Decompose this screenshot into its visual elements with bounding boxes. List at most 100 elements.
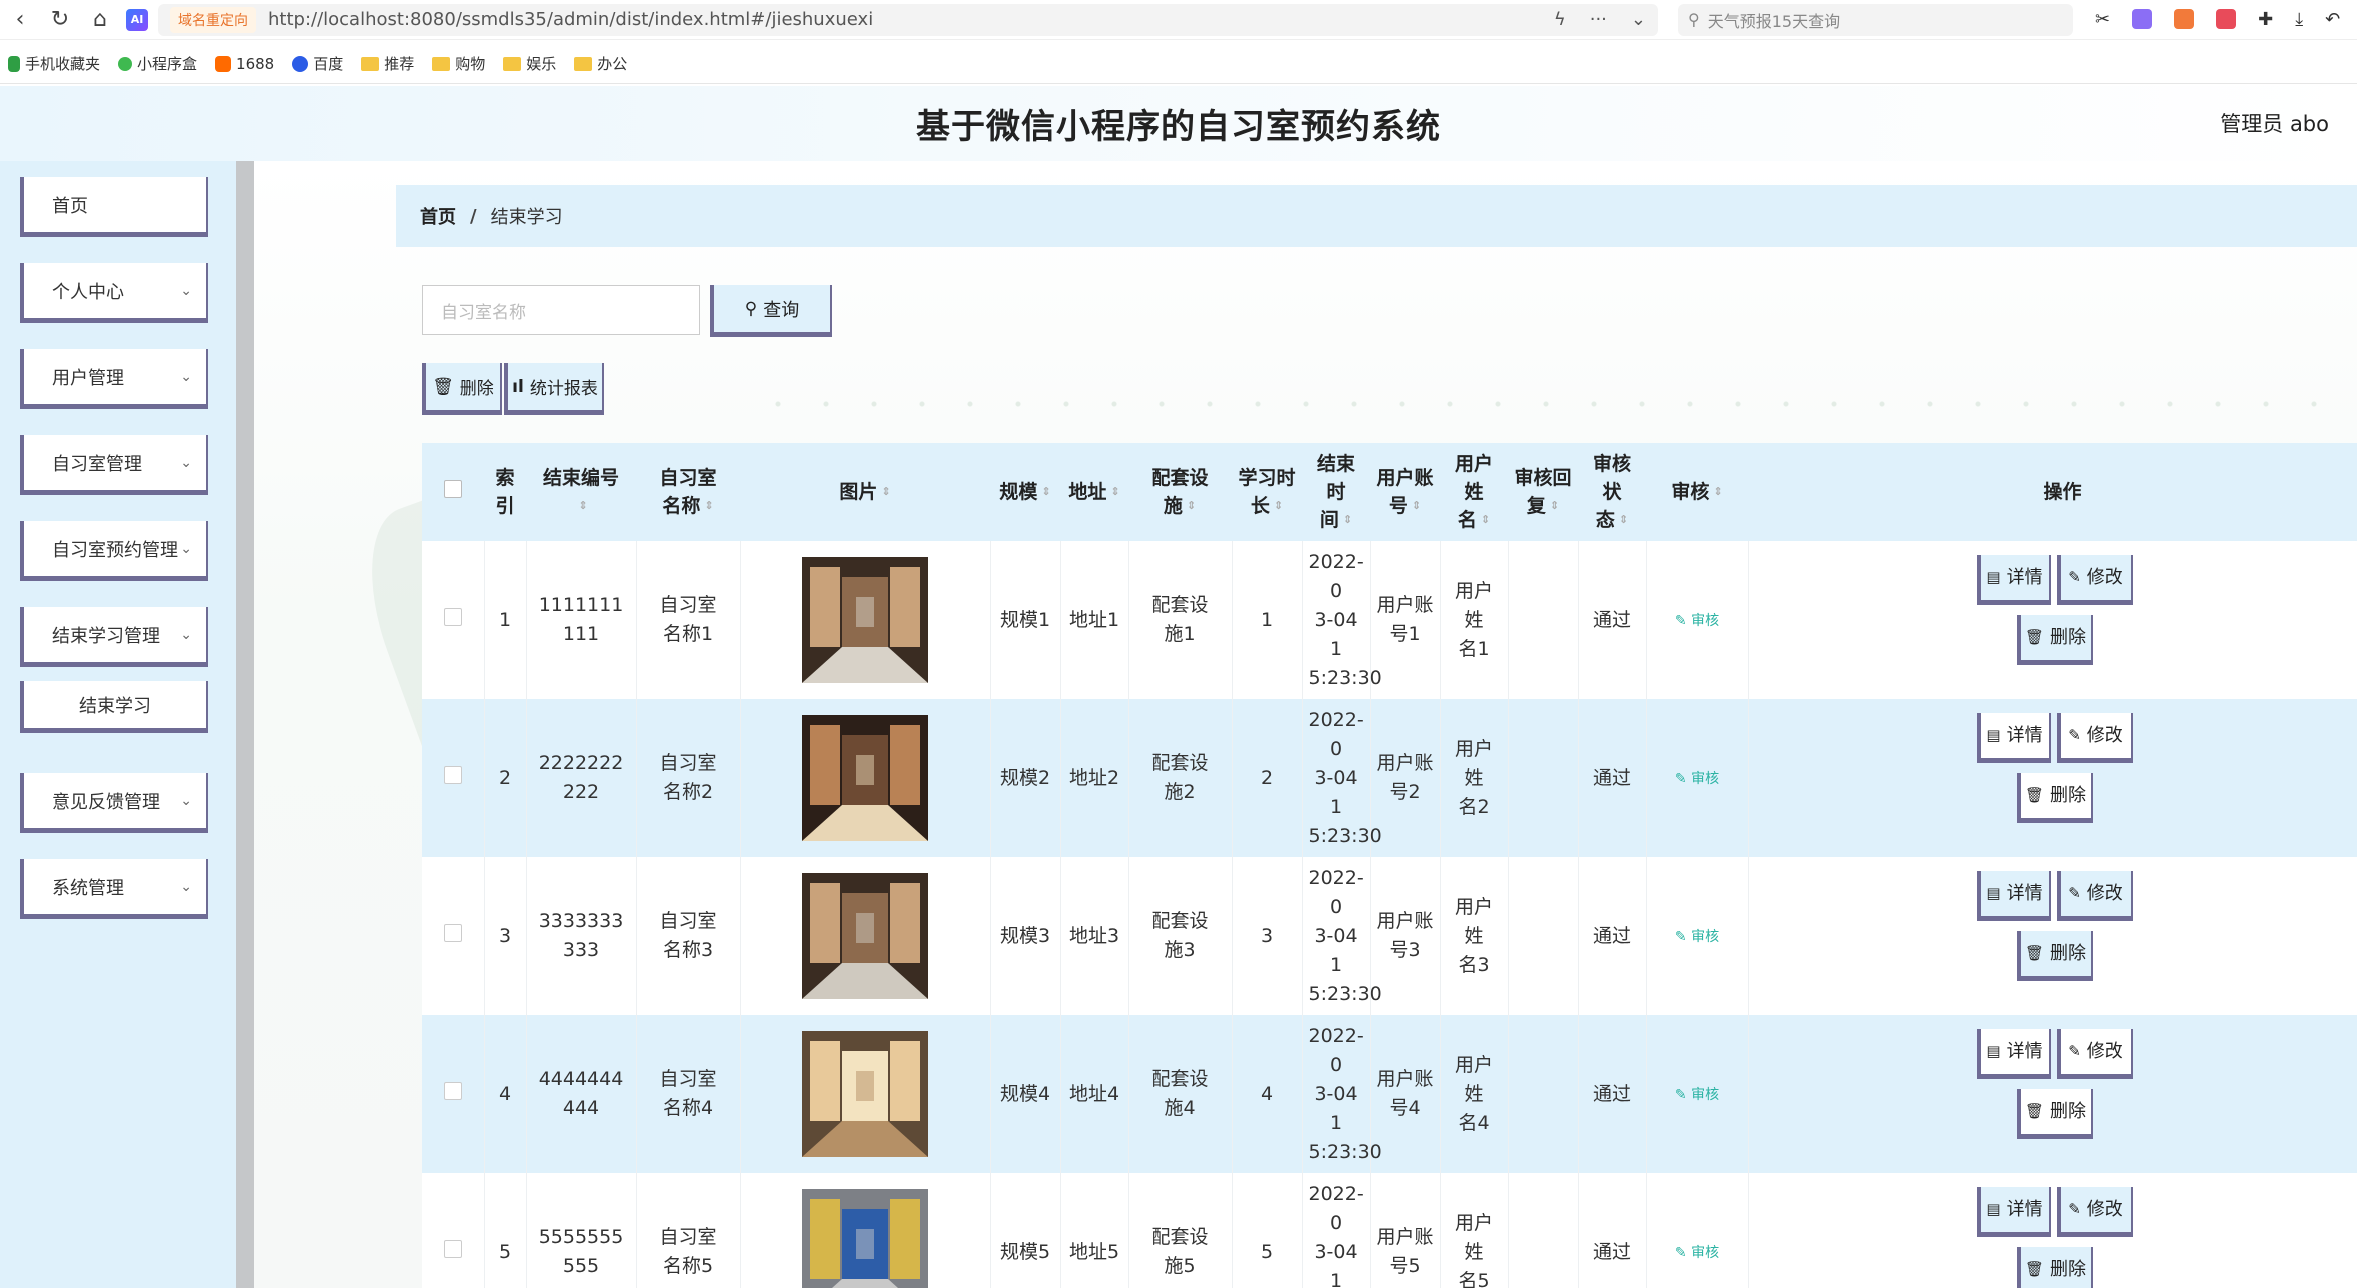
row-checkbox[interactable] (443, 765, 462, 784)
sort-icon[interactable]: ⇕ (1274, 492, 1283, 520)
bookmark-folder[interactable]: 办公 (574, 53, 627, 74)
header-status[interactable]: 审核状 态 ⇕ (1578, 443, 1646, 541)
sidebar-item[interactable]: 意见反馈管理 ⌄ (20, 773, 208, 833)
delete-button[interactable]: 🗑 删除 (2016, 773, 2093, 823)
home-icon[interactable]: ⌂ (80, 0, 120, 40)
batch-delete-button[interactable]: 🗑 删除 (422, 363, 502, 415)
header-scale[interactable]: 规模 ⇕ (990, 443, 1060, 541)
sort-icon[interactable]: ⇕ (1481, 506, 1490, 534)
ai-icon[interactable]: AI (126, 8, 148, 31)
sidebar-item[interactable]: 自习室管理 ⌄ (20, 435, 208, 495)
sort-icon[interactable]: ⇕ (1343, 506, 1352, 534)
sort-icon[interactable]: ⇕ (704, 492, 713, 520)
detail-button[interactable]: ▤ 详情 (1976, 1187, 2051, 1237)
audit-link[interactable]: ✎ 审核 (1675, 1245, 1719, 1261)
sidebar-item[interactable]: 自习室预约管理 ⌄ (20, 521, 208, 581)
delete-button[interactable]: 🗑 删除 (2016, 615, 2093, 665)
room-photo[interactable] (802, 1189, 928, 1288)
room-photo[interactable] (802, 1031, 928, 1157)
delete-button[interactable]: 🗑 删除 (2016, 1089, 2093, 1139)
edit-button[interactable]: ✎ 修改 (2056, 871, 2133, 921)
bookmark-miniapp[interactable]: 小程序盒 (118, 53, 197, 74)
edit-button[interactable]: ✎ 修改 (2056, 713, 2133, 763)
op-label: 修改 (2086, 567, 2123, 588)
header-address[interactable]: 地址 ⇕ (1060, 443, 1128, 541)
sort-icon[interactable]: ⇕ (1187, 492, 1196, 520)
download-icon[interactable]: ⤓ (2295, 9, 2303, 30)
sidebar-item[interactable]: 系统管理 ⌄ (20, 859, 208, 919)
select-all-checkbox[interactable] (444, 480, 462, 498)
browser-search-input[interactable]: ⚲ 天气预报15天查询 (1678, 3, 2073, 36)
room-photo[interactable] (802, 873, 928, 999)
edit-button[interactable]: ✎ 修改 (2056, 1187, 2133, 1237)
sidebar-scrollbar[interactable] (236, 161, 254, 1288)
back-icon[interactable]: ‹ (0, 0, 40, 40)
sidebar-item[interactable]: 结束学习 (20, 681, 208, 733)
reload-icon[interactable]: ↻ (40, 0, 80, 40)
url-text[interactable]: http://localhost:8080/ssmdls35/admin/dis… (268, 9, 1554, 30)
detail-button[interactable]: ▤ 详情 (1976, 555, 2051, 605)
row-checkbox[interactable] (443, 1081, 462, 1100)
chevron-down-icon[interactable]: ⌄ (1631, 9, 1646, 30)
header-image[interactable]: 图片 ⇕ (740, 443, 990, 541)
row-checkbox[interactable] (443, 1239, 462, 1258)
header-reply[interactable]: 审核回 复 ⇕ (1508, 443, 1578, 541)
sidebar-item[interactable]: 用户管理 ⌄ (20, 349, 208, 409)
header-facility[interactable]: 配套设 施 ⇕ (1128, 443, 1232, 541)
room-photo[interactable] (802, 715, 928, 841)
bookmark-1688[interactable]: 1688 (215, 55, 274, 73)
audit-link[interactable]: ✎ 审核 (1675, 1087, 1719, 1103)
bookmark-phone[interactable]: 手机收藏夹 (8, 53, 100, 74)
fox-icon[interactable] (2174, 9, 2195, 29)
sort-icon[interactable]: ⇕ (881, 478, 890, 506)
audit-link[interactable]: ✎ 审核 (1675, 929, 1719, 945)
bookmark-folder[interactable]: 购物 (432, 53, 485, 74)
undo-icon[interactable]: ↶ (2325, 9, 2340, 30)
room-photo[interactable] (802, 557, 928, 683)
delete-button[interactable]: 🗑 删除 (2016, 931, 2093, 981)
address-bar[interactable]: 域名重定向 http://localhost:8080/ssmdls35/adm… (158, 3, 1658, 36)
lightning-icon[interactable]: ϟ (1554, 9, 1566, 30)
sort-icon[interactable]: ⇕ (578, 492, 587, 520)
scissors-icon[interactable]: ✂ (2095, 9, 2110, 30)
edit-button[interactable]: ✎ 修改 (2056, 1029, 2133, 1079)
sort-icon[interactable]: ⇕ (1713, 478, 1722, 506)
sort-icon[interactable]: ⇕ (1619, 506, 1628, 534)
bookmark-baidu[interactable]: 百度 (292, 53, 343, 74)
sort-icon[interactable]: ⇕ (1041, 478, 1050, 506)
query-button[interactable]: ⚲ 查询 (710, 285, 832, 337)
translate-icon[interactable] (2132, 9, 2153, 29)
header-account[interactable]: 用户账 号 ⇕ (1370, 443, 1440, 541)
detail-button[interactable]: ▤ 详情 (1976, 871, 2051, 921)
sidebar-item[interactable]: 个人中心 ⌄ (20, 263, 208, 323)
row-checkbox[interactable] (443, 607, 462, 626)
room-name-search-input[interactable]: 自习室名称 (422, 285, 700, 335)
edit-button[interactable]: ✎ 修改 (2056, 555, 2133, 605)
sidebar-item[interactable]: 首页 (20, 177, 208, 237)
sort-icon[interactable]: ⇕ (1550, 492, 1559, 520)
row-checkbox[interactable] (443, 923, 462, 942)
more-icon[interactable]: ··· (1590, 9, 1607, 30)
admin-user[interactable]: 管理员 abo (2220, 108, 2329, 138)
header-audit[interactable]: 审核 ⇕ (1646, 443, 1748, 541)
sort-icon[interactable]: ⇕ (1110, 478, 1119, 506)
header-username[interactable]: 用户姓 名 ⇕ (1440, 443, 1508, 541)
detail-button[interactable]: ▤ 详情 (1976, 1029, 2051, 1079)
audit-link[interactable]: ✎ 审核 (1675, 613, 1719, 629)
header-code[interactable]: 结束编号 ⇕ (526, 443, 636, 541)
sort-icon[interactable]: ⇕ (1412, 492, 1421, 520)
sidebar-item[interactable]: 结束学习管理 ⌄ (20, 607, 208, 667)
bookmark-folder[interactable]: 推荐 (361, 53, 414, 74)
header-room[interactable]: 自习室 名称 ⇕ (636, 443, 740, 541)
flower-icon[interactable] (2216, 9, 2237, 29)
detail-button[interactable]: ▤ 详情 (1976, 713, 2051, 763)
puzzle-icon[interactable]: ✚ (2258, 9, 2273, 30)
header-end-time[interactable]: 结束时 间 ⇕ (1302, 443, 1370, 541)
bookmark-folder[interactable]: 娱乐 (503, 53, 556, 74)
op-label: 详情 (2006, 1199, 2043, 1220)
header-duration[interactable]: 学习时 长 ⇕ (1232, 443, 1302, 541)
report-button[interactable]: ıl 统计报表 (504, 363, 604, 415)
breadcrumb-home[interactable]: 首页 (420, 203, 456, 229)
audit-link[interactable]: ✎ 审核 (1675, 771, 1719, 787)
delete-button[interactable]: 🗑 删除 (2016, 1247, 2093, 1288)
